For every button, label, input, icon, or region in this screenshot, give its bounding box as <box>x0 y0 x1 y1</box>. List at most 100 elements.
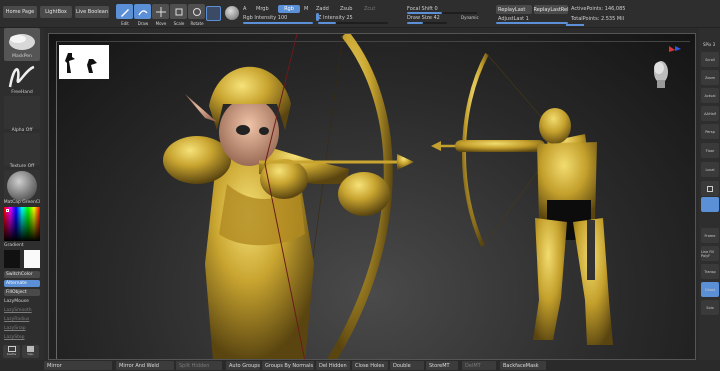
lock-button[interactable] <box>701 181 719 196</box>
color-picker-marker <box>6 209 9 212</box>
edit-icon <box>116 4 133 19</box>
scale-icon <box>170 4 187 19</box>
lazy-snap-slider[interactable]: LazySnap <box>4 326 26 331</box>
draw-size-slider[interactable]: Draw Size 42 <box>407 15 440 21</box>
zoom-button[interactable]: Zoom <box>701 70 719 85</box>
rgb-intensity-track[interactable] <box>243 22 313 24</box>
spix-label[interactable]: SPix 3 <box>703 42 715 47</box>
cache-button[interactable]: Cache <box>3 345 20 358</box>
tool-rotate[interactable]: Rotate <box>186 4 208 26</box>
alternate-button[interactable]: Alternate <box>4 280 40 287</box>
freehand-stroke-icon <box>8 65 35 88</box>
color-picker[interactable] <box>4 207 40 241</box>
solo-button[interactable]: Solo <box>701 300 719 315</box>
del-hidden-button[interactable]: Del Hidden <box>316 361 350 370</box>
mirror-button[interactable]: Mirror <box>44 361 112 370</box>
lightbox-button[interactable]: LightBox <box>40 6 72 18</box>
store-mt-button[interactable]: StoreMT <box>426 361 458 370</box>
live-boolean-button[interactable]: Live Boolean <box>75 6 109 18</box>
active-points: ActivePoints: 146,085 <box>571 6 626 12</box>
solo-label: Solo <box>706 305 714 310</box>
z-intensity-toggle[interactable] <box>316 13 319 21</box>
rgb-toggle[interactable]: Rgb <box>278 5 300 13</box>
del-mt-button[interactable]: DelMT <box>462 361 496 370</box>
line-fill-label: Line Fill PolyF <box>701 249 715 258</box>
mrgb-toggle[interactable]: Mrgb <box>256 6 269 12</box>
maskpen-icon <box>9 34 35 50</box>
archer-closeup-model[interactable] <box>109 34 439 360</box>
rotate-icon <box>188 4 205 19</box>
material-sphere-icon[interactable] <box>225 6 239 20</box>
groups-by-normals-button[interactable]: Groups By Normals <box>262 361 314 370</box>
focus-frame-icon[interactable] <box>206 6 221 21</box>
persp-label: Persp <box>705 129 715 134</box>
draw-icon <box>134 4 151 19</box>
lazy-smooth-slider[interactable]: LazySmooth <box>4 308 32 313</box>
actual-button[interactable]: Actual <box>701 88 719 103</box>
gradient-swatch-secondary[interactable] <box>24 250 40 268</box>
lazy-radius-slider[interactable]: LazyRadius <box>4 317 29 322</box>
archer-fullbody-model[interactable] <box>427 50 617 355</box>
split-hidden-button[interactable]: Split Hidden <box>176 361 222 370</box>
lazy-step-slider[interactable]: LazyStep <box>4 335 25 340</box>
z-intensity-slider[interactable]: Z Intensity 25 <box>318 15 353 21</box>
material-thumbnail[interactable] <box>4 170 40 203</box>
adjust-last-track[interactable] <box>496 22 568 24</box>
local-button[interactable]: Local <box>701 162 719 177</box>
ghost-label: Ghost <box>704 287 716 292</box>
switch-color-button[interactable]: SwitchColor <box>4 271 40 278</box>
zcut-toggle[interactable]: Zcut <box>364 6 375 12</box>
auto-groups-button[interactable]: Auto Groups <box>226 361 260 370</box>
cache-label: Cache <box>6 352 17 356</box>
a-toggle[interactable]: A <box>243 6 246 12</box>
floor-label: Floor <box>705 148 715 153</box>
replay-last-button[interactable]: ReplayLast <box>496 5 532 14</box>
tool-rotate-label: Rotate <box>190 21 204 26</box>
floor-button[interactable]: Floor <box>701 143 719 158</box>
lazy-mouse-toggle[interactable]: LazyMouse <box>4 299 29 304</box>
m-toggle[interactable]: M <box>304 6 308 12</box>
replay-last-rel-button[interactable]: ReplayLastRel <box>533 5 569 14</box>
matcap-sphere-icon <box>7 171 37 201</box>
silhouette-preview-icon <box>65 53 97 73</box>
fill-object-button[interactable]: FillObject <box>4 289 40 296</box>
texture-label: Texture Off <box>9 164 35 169</box>
axis-head-icon <box>654 46 681 88</box>
zsub-toggle[interactable]: Zsub <box>340 6 352 12</box>
close-holes-button[interactable]: Close Holes <box>352 361 388 370</box>
local-label: Local <box>705 167 715 172</box>
gradient-swatch-primary[interactable] <box>4 250 20 268</box>
transp-button[interactable]: Transp <box>701 264 719 279</box>
actual-label: Actual <box>704 93 716 98</box>
canvas-viewport[interactable] <box>48 33 696 360</box>
texture-thumbnail[interactable] <box>4 133 40 166</box>
scroll-label: Scroll <box>705 57 715 62</box>
mirror-and-weld-button[interactable]: Mirror And Weld <box>116 361 174 370</box>
cpu-label: Cpu <box>27 352 34 356</box>
dynamic-toggle[interactable]: Dynamic <box>461 15 479 20</box>
thumbnail-preview[interactable] <box>59 45 109 79</box>
scroll-button[interactable]: Scroll <box>701 52 719 67</box>
gradient-label: Gradient <box>4 243 24 248</box>
points-bar <box>566 24 584 26</box>
aahalf-button[interactable]: AAHalf <box>701 106 719 121</box>
focal-shift-track[interactable] <box>407 12 477 14</box>
aahalf-label: AAHalf <box>704 111 716 116</box>
alpha-thumbnail[interactable] <box>4 96 40 129</box>
brush-label: MaskPen <box>12 54 32 59</box>
navigation-gizmo[interactable] <box>643 44 683 94</box>
zadd-toggle[interactable]: Zadd <box>316 6 329 12</box>
ghost-button[interactable]: Ghost <box>701 282 719 297</box>
rgb-intensity-slider[interactable]: Rgb Intensity 100 <box>243 15 287 21</box>
cpu-button[interactable]: Cpu <box>22 345 39 358</box>
draw-size-track[interactable] <box>407 22 447 24</box>
stroke-label: FreeHand <box>11 90 33 95</box>
backface-mask-button[interactable]: BackfaceMask <box>500 361 546 370</box>
persp-button[interactable]: Persp <box>701 124 719 139</box>
xyz-button[interactable] <box>701 197 719 212</box>
home-page-button[interactable]: Home Page <box>3 6 37 18</box>
z-intensity-track[interactable] <box>318 22 388 24</box>
line-fill-button[interactable]: Line Fill PolyF <box>701 246 719 261</box>
frame-button[interactable]: Frame <box>701 228 719 243</box>
double-button[interactable]: Double <box>390 361 424 370</box>
